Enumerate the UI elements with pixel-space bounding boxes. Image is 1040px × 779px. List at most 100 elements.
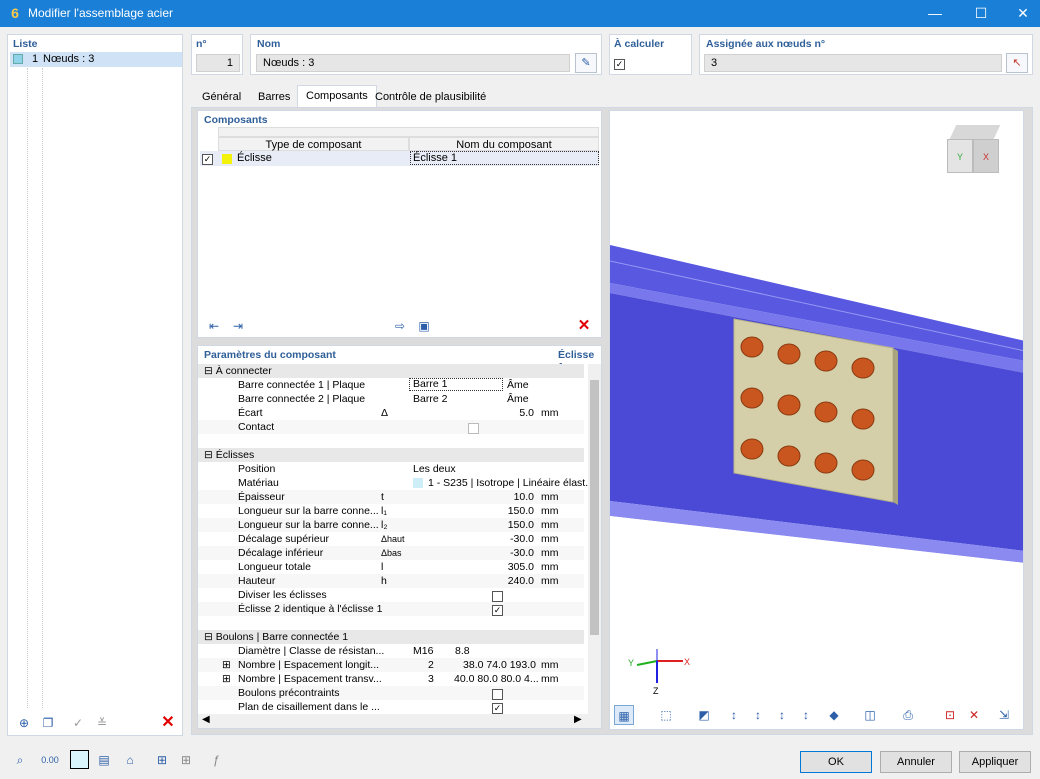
expand-icon: ⊞ xyxy=(222,673,231,685)
tree-guide xyxy=(42,68,43,708)
param-row[interactable]: Boulons précontraints xyxy=(198,686,584,700)
check-all-icon[interactable]: ✓ xyxy=(68,713,88,733)
param-row[interactable]: ⊞ Nombre | Espacement longit... 2 38.0 74.0… xyxy=(198,658,584,672)
bolt-head xyxy=(814,350,838,372)
uncheck-all-icon[interactable]: ≚ xyxy=(92,713,112,733)
apply-button[interactable]: Appliquer xyxy=(959,751,1031,773)
search-icon[interactable]: ⌕ xyxy=(10,750,30,770)
view-cube-icon[interactable]: Y X xyxy=(947,125,1005,183)
color-icon[interactable] xyxy=(70,750,89,769)
move-right-icon[interactable]: ⇥ xyxy=(228,316,248,336)
param-row[interactable]: Décalage inférieur Δbas -30.0 mm xyxy=(198,546,584,560)
group-header[interactable]: ⊟ Boulons | Barre connectée 1 xyxy=(198,630,584,644)
title-bar: 6 Modifier l'assemblage acier — ☐ ✕ xyxy=(0,0,1040,27)
new-item-icon[interactable]: ⊕ xyxy=(14,713,34,733)
component-name-cell[interactable]: Éclisse 1 xyxy=(410,151,599,165)
tab-components[interactable]: Composants xyxy=(297,85,377,108)
edit-name-icon[interactable]: ✎ xyxy=(575,53,597,73)
preloaded-checkbox[interactable] xyxy=(492,688,503,700)
dlubal-icon: 6 xyxy=(11,5,19,21)
table-row[interactable]: ✓ Éclisse Éclisse 1 xyxy=(200,151,599,166)
pick-node-icon[interactable]: ↖ xyxy=(1006,53,1028,73)
copy-item-icon[interactable]: ❐ xyxy=(38,713,58,733)
clear-selection-icon[interactable]: ✕ xyxy=(964,705,984,725)
component-checkbox[interactable]: ✓ xyxy=(202,153,213,165)
viewport-3d[interactable]: Y X Y X Z ▦ ⬚ ◩ ↕ ↕ ↕ ↕ ◆ ◫ ⎙ ⊡ ✕ ⇲ xyxy=(609,110,1024,730)
name-field[interactable]: Nœuds : 3 xyxy=(256,54,570,72)
box-view-icon[interactable]: ◫ xyxy=(860,705,880,725)
vertical-scrollbar[interactable] xyxy=(588,364,601,714)
display-settings-icon[interactable]: ▦ xyxy=(614,705,634,725)
group-header[interactable]: ⊟ Éclisses xyxy=(198,448,584,462)
component-color-swatch xyxy=(222,154,232,164)
param-row[interactable]: Éclisse 2 identique à l'éclisse 1 ✓ xyxy=(198,602,584,616)
bolt-head xyxy=(851,357,875,379)
param-row[interactable]: ⊞ Nombre | Espacement transv... 3 40.0 80.0… xyxy=(198,672,584,686)
view-y-icon[interactable]: ↕ xyxy=(748,705,768,725)
bolt-head xyxy=(777,394,801,416)
param-row[interactable]: Diamètre | Classe de résistan... M16 8.8 xyxy=(198,644,584,658)
view-z-icon[interactable]: ↕ xyxy=(772,705,792,725)
view-x-icon[interactable]: ↕ xyxy=(724,705,744,725)
tab-plausibility[interactable]: Contrôle de plausibilité xyxy=(367,87,494,107)
contact-checkbox[interactable] xyxy=(468,422,479,434)
assigned-field[interactable]: 3 xyxy=(704,54,1002,72)
param-row[interactable]: Diviser les éclisses xyxy=(198,588,584,602)
scroll-left-icon: ◀ xyxy=(202,714,210,725)
tab-members[interactable]: Barres xyxy=(250,87,298,107)
divide-checkbox[interactable] xyxy=(492,590,503,602)
scroll-thumb[interactable] xyxy=(590,380,599,635)
param-row[interactable]: Décalage supérieur Δhaut -30.0 mm xyxy=(198,532,584,546)
structure-2-icon[interactable]: ⊞ xyxy=(176,750,196,770)
print-icon[interactable]: ⎙ xyxy=(898,705,918,725)
param-row[interactable]: Longueur totale l 305.0 mm xyxy=(198,560,584,574)
tab-general[interactable]: Général xyxy=(194,87,249,107)
reset-view-icon[interactable]: ⊡ xyxy=(940,705,960,725)
param-row[interactable]: Hauteur h 240.0 mm xyxy=(198,574,584,588)
param-row[interactable]: Longueur sur la barre conne... l₁ 150.0 mm xyxy=(198,504,584,518)
identical-checkbox[interactable]: ✓ xyxy=(492,604,503,616)
window-title: Modifier l'assemblage acier xyxy=(28,6,174,20)
minimize-button[interactable]: — xyxy=(912,0,958,27)
export-icon[interactable]: ⇲ xyxy=(994,705,1014,725)
param-row[interactable]: Contact xyxy=(198,420,584,434)
table-icon[interactable]: ▤ xyxy=(94,750,114,770)
save-icon[interactable]: ▣ xyxy=(414,316,434,336)
view-minus-z-icon[interactable]: ↕ xyxy=(796,705,816,725)
bolt-head xyxy=(814,452,838,474)
tree-guide xyxy=(27,68,28,708)
maximize-button[interactable]: ☐ xyxy=(958,0,1004,27)
move-left-icon[interactable]: ⇤ xyxy=(204,316,224,336)
expand-icon: ⊞ xyxy=(222,659,231,671)
params-grid: ⊟ À connecter Barre connectée 1 | Plaque… xyxy=(198,364,594,714)
model-icon[interactable]: ⌂ xyxy=(120,750,140,770)
units-icon[interactable]: 0.00 xyxy=(40,750,60,770)
close-button[interactable]: ✕ xyxy=(1000,0,1040,27)
param-row[interactable]: Épaisseur t 10.0 mm xyxy=(198,490,584,504)
iso-view-icon[interactable]: ◆ xyxy=(824,705,844,725)
number-panel: n° 1 xyxy=(191,34,243,75)
bolt-head xyxy=(777,445,801,467)
delete-component-icon[interactable]: ✕ xyxy=(574,316,594,336)
calculate-checkbox[interactable]: ✓ xyxy=(614,58,625,70)
import-icon[interactable]: ⇨ xyxy=(390,316,410,336)
material-color-swatch xyxy=(413,478,423,488)
parameters-panel: Paramètres du composant Éclisse 1 ⊟ À co… xyxy=(197,345,602,729)
group-header[interactable]: ⊟ À connecter xyxy=(198,364,584,378)
cancel-button[interactable]: Annuler xyxy=(880,751,952,773)
render-mode-icon[interactable]: ⬚ xyxy=(656,705,676,725)
number-field[interactable]: 1 xyxy=(196,54,240,72)
shear-plane-checkbox[interactable]: ✓ xyxy=(492,702,503,714)
show-plane-icon[interactable]: ◩ xyxy=(694,705,714,725)
param-row[interactable]: Écart Δ 5.0 mm xyxy=(198,406,584,420)
param-row[interactable]: Longueur sur la barre conne... l₂ 150.0 mm xyxy=(198,518,584,532)
delete-icon[interactable]: ✕ xyxy=(158,713,178,733)
components-panel: Composants Type de composant Nom du comp… xyxy=(197,110,602,338)
param-row[interactable]: Plan de cisaillement dans le ... ✓ xyxy=(198,700,584,714)
horizontal-scrollbar[interactable]: ◀ ▶ xyxy=(198,714,601,728)
list-item[interactable]: 1 Nœuds : 3 xyxy=(10,52,182,67)
structure-icon[interactable]: ⊞ xyxy=(152,750,172,770)
formula-icon[interactable]: ƒ xyxy=(206,750,226,770)
axis-y-label: Y xyxy=(628,658,635,668)
ok-button[interactable]: OK xyxy=(800,751,872,773)
